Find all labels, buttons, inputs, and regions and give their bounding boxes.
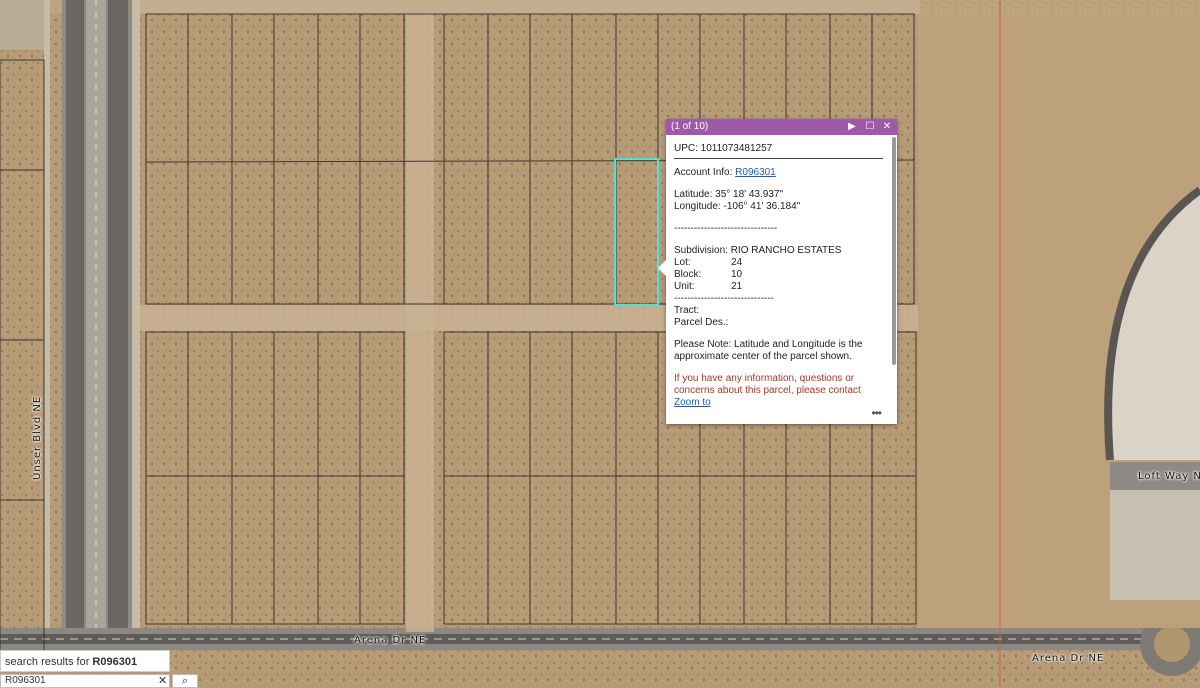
search-result-item[interactable]: search results for R096301 xyxy=(0,650,170,672)
clear-icon[interactable]: ✕ xyxy=(158,674,167,687)
contact-line-1: If you have any information, questions o… xyxy=(674,373,855,384)
close-icon[interactable]: ✕ xyxy=(880,120,894,134)
map-imagery xyxy=(0,0,1200,686)
separator: ------------------------------- xyxy=(674,223,778,234)
next-feature-icon[interactable]: ▶ xyxy=(845,120,859,134)
note-line-1: Please Note: Latitude and Longitude is t… xyxy=(674,339,863,350)
lot-value: 24 xyxy=(731,257,743,268)
lot-label: Lot: xyxy=(674,257,691,268)
popup-pointer xyxy=(658,260,666,276)
parcel-des: Parcel Des.: xyxy=(674,317,729,328)
account-info: Account Info: R096301 xyxy=(674,167,883,179)
contact-line-2: concerns about this parcel, please conta… xyxy=(674,385,861,396)
block-value: 10 xyxy=(731,269,743,280)
tract: Tract: xyxy=(674,305,700,316)
search-result-prefix: search results for xyxy=(5,656,93,668)
search-result-term: R096301 xyxy=(92,656,138,668)
zoom-to-link[interactable]: Zoom to xyxy=(674,397,711,408)
latitude: Latitude: 35° 18' 43.937" xyxy=(674,189,783,200)
popup-body: UPC: 1011073481257 Account Info: R096301… xyxy=(666,135,891,424)
road-label-arena-left: Arena Dr NE xyxy=(354,635,427,646)
lot-row: Lot: 24 xyxy=(674,257,883,269)
popup-header: (1 of 10) ▶ ☐ ✕ xyxy=(666,119,897,135)
unit-value: 21 xyxy=(731,281,743,292)
road-label-loft: Loft Way N xyxy=(1138,471,1200,482)
block-row: Block: 10 xyxy=(674,269,883,281)
satellite-map[interactable]: Unser Blvd NE Arena Dr NE Arena Dr NE Lo… xyxy=(0,0,1200,686)
note-line-2: approximate center of the parcel shown. xyxy=(674,351,852,362)
dock-icon[interactable]: ☐ xyxy=(863,120,877,134)
road-label-arena-right: Arena Dr NE xyxy=(1032,653,1105,664)
account-label: Account Info: xyxy=(674,167,736,178)
separator-2: ------------------------------ xyxy=(674,293,774,304)
more-options-icon[interactable]: ••• xyxy=(871,406,882,420)
upc-value: UPC: 1011073481257 xyxy=(674,143,883,159)
block-label: Block: xyxy=(674,269,702,280)
account-link[interactable]: R096301 xyxy=(735,167,776,178)
feature-count: (1 of 10) xyxy=(671,121,709,132)
subdivision: Subdivision: RIO RANCHO ESTATES xyxy=(674,245,842,256)
popup-scrollbar[interactable] xyxy=(892,137,896,365)
unit-label: Unit: xyxy=(674,281,695,292)
road-label-unser: Unser Blvd NE xyxy=(32,395,43,480)
parcel-popup: (1 of 10) ▶ ☐ ✕ UPC: 1011073481257 Accou… xyxy=(658,119,897,424)
unit-row: Unit: 21 xyxy=(674,281,883,293)
longitude: Longitude: -106° 41' 36.184" xyxy=(674,201,801,212)
